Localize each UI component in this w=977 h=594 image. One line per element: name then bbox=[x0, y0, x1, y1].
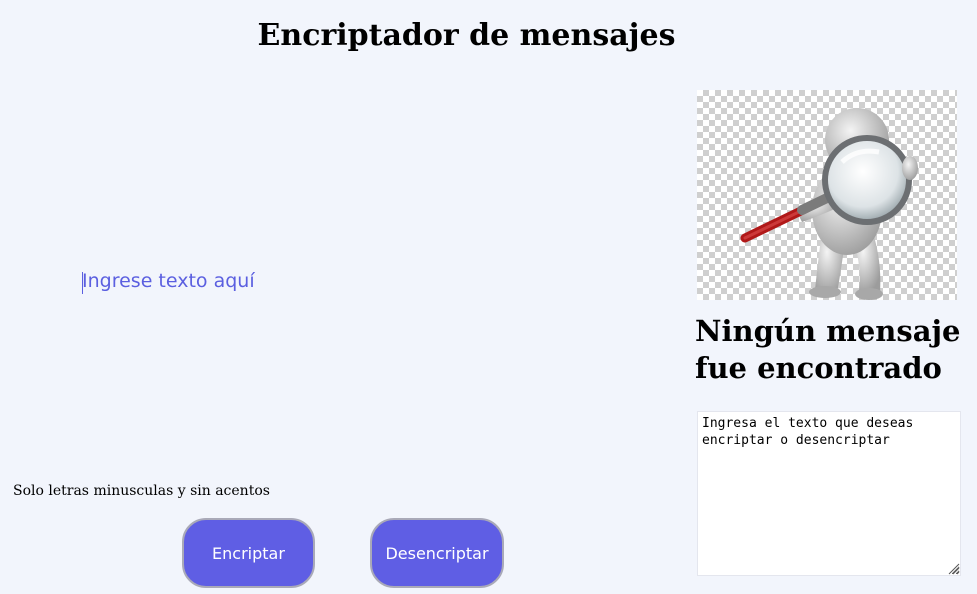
person-magnifier-illustration bbox=[740, 108, 918, 300]
encrypt-button[interactable]: Encriptar bbox=[182, 518, 315, 588]
resize-handle-icon[interactable] bbox=[946, 561, 960, 575]
output-textarea[interactable]: Ingresa el texto que deseas encriptar o … bbox=[697, 411, 961, 576]
message-input[interactable] bbox=[80, 268, 644, 462]
text-caret bbox=[82, 272, 83, 294]
page-title: Encriptador de mensajes bbox=[257, 18, 676, 53]
input-hint: Solo letras minusculas y sin acentos bbox=[13, 483, 270, 499]
no-message-title: Ningún mensaje fue encontrado bbox=[695, 314, 961, 385]
person-magnifier-icon bbox=[697, 90, 957, 300]
decrypt-button[interactable]: Desencriptar bbox=[370, 518, 504, 588]
